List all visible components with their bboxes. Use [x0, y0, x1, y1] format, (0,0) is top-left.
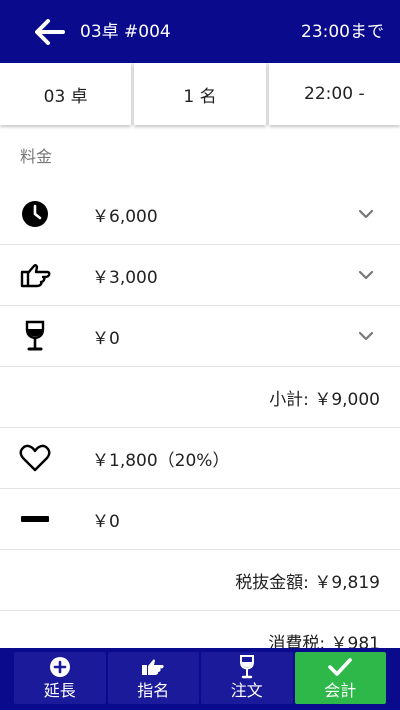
clock-icon — [18, 197, 52, 231]
charge-row-time[interactable]: ￥6,000 — [0, 184, 400, 245]
chevron-down-icon[interactable] — [354, 324, 378, 348]
bottom-action-bar: 延長 指名 注文 会計 — [0, 648, 400, 710]
table-number-cell[interactable]: 03 卓 — [0, 63, 132, 125]
arrow-left-icon — [35, 19, 65, 45]
pre-tax-total-row: 税抜金額: ￥9,819 — [0, 550, 400, 611]
minus-icon — [18, 502, 52, 536]
charge-row-nomination[interactable]: ￥3,000 — [0, 245, 400, 306]
order-label: 注文 — [230, 681, 263, 700]
extend-label: 延長 — [43, 681, 76, 700]
service-charge-row[interactable]: ￥1,800（20%） — [0, 428, 400, 489]
checkmark-icon — [328, 655, 353, 679]
service-charge-value: ￥1,800（20%） — [92, 450, 230, 471]
charge-value: ￥6,000 — [92, 206, 158, 227]
wine-glass-icon — [18, 319, 52, 353]
subtotal-text: 小計: ￥9,000 — [269, 389, 380, 410]
subtotal-row: 小計: ￥9,000 — [0, 367, 400, 428]
section-label-fees: 料金 — [20, 147, 53, 166]
chevron-down-icon[interactable] — [354, 263, 378, 287]
discount-value: ￥0 — [92, 511, 120, 532]
nominate-label: 指名 — [137, 681, 170, 700]
page-title: 03卓 #004 — [80, 22, 171, 42]
extend-button[interactable]: 延長 — [14, 652, 106, 704]
pointing-hand-icon — [18, 258, 52, 292]
charge-value: ￥0 — [92, 328, 120, 349]
end-time: 23:00まで — [301, 22, 384, 42]
checkout-label: 会計 — [324, 681, 357, 700]
heart-icon — [18, 441, 52, 475]
back-button[interactable] — [30, 12, 70, 52]
table-info-row: 03 卓 1 名 22:00 - — [0, 63, 400, 125]
checkout-button[interactable]: 会計 — [294, 652, 386, 704]
discount-row[interactable]: ￥0 — [0, 489, 400, 550]
order-button[interactable]: 注文 — [201, 652, 293, 704]
pointing-hand-icon — [141, 655, 165, 679]
pre-tax-total-text: 税抜金額: ￥9,819 — [235, 572, 380, 593]
chevron-down-icon[interactable] — [354, 202, 378, 226]
guest-count-cell[interactable]: 1 名 — [134, 63, 266, 125]
wine-glass-icon — [239, 655, 255, 679]
plus-circle-icon — [49, 655, 71, 679]
charge-value: ￥3,000 — [92, 267, 158, 288]
start-time-cell[interactable]: 22:00 - — [268, 63, 400, 125]
app-header: 03卓 #004 23:00まで — [0, 0, 400, 63]
charge-row-drinks[interactable]: ￥0 — [0, 306, 400, 367]
nominate-button[interactable]: 指名 — [107, 652, 199, 704]
